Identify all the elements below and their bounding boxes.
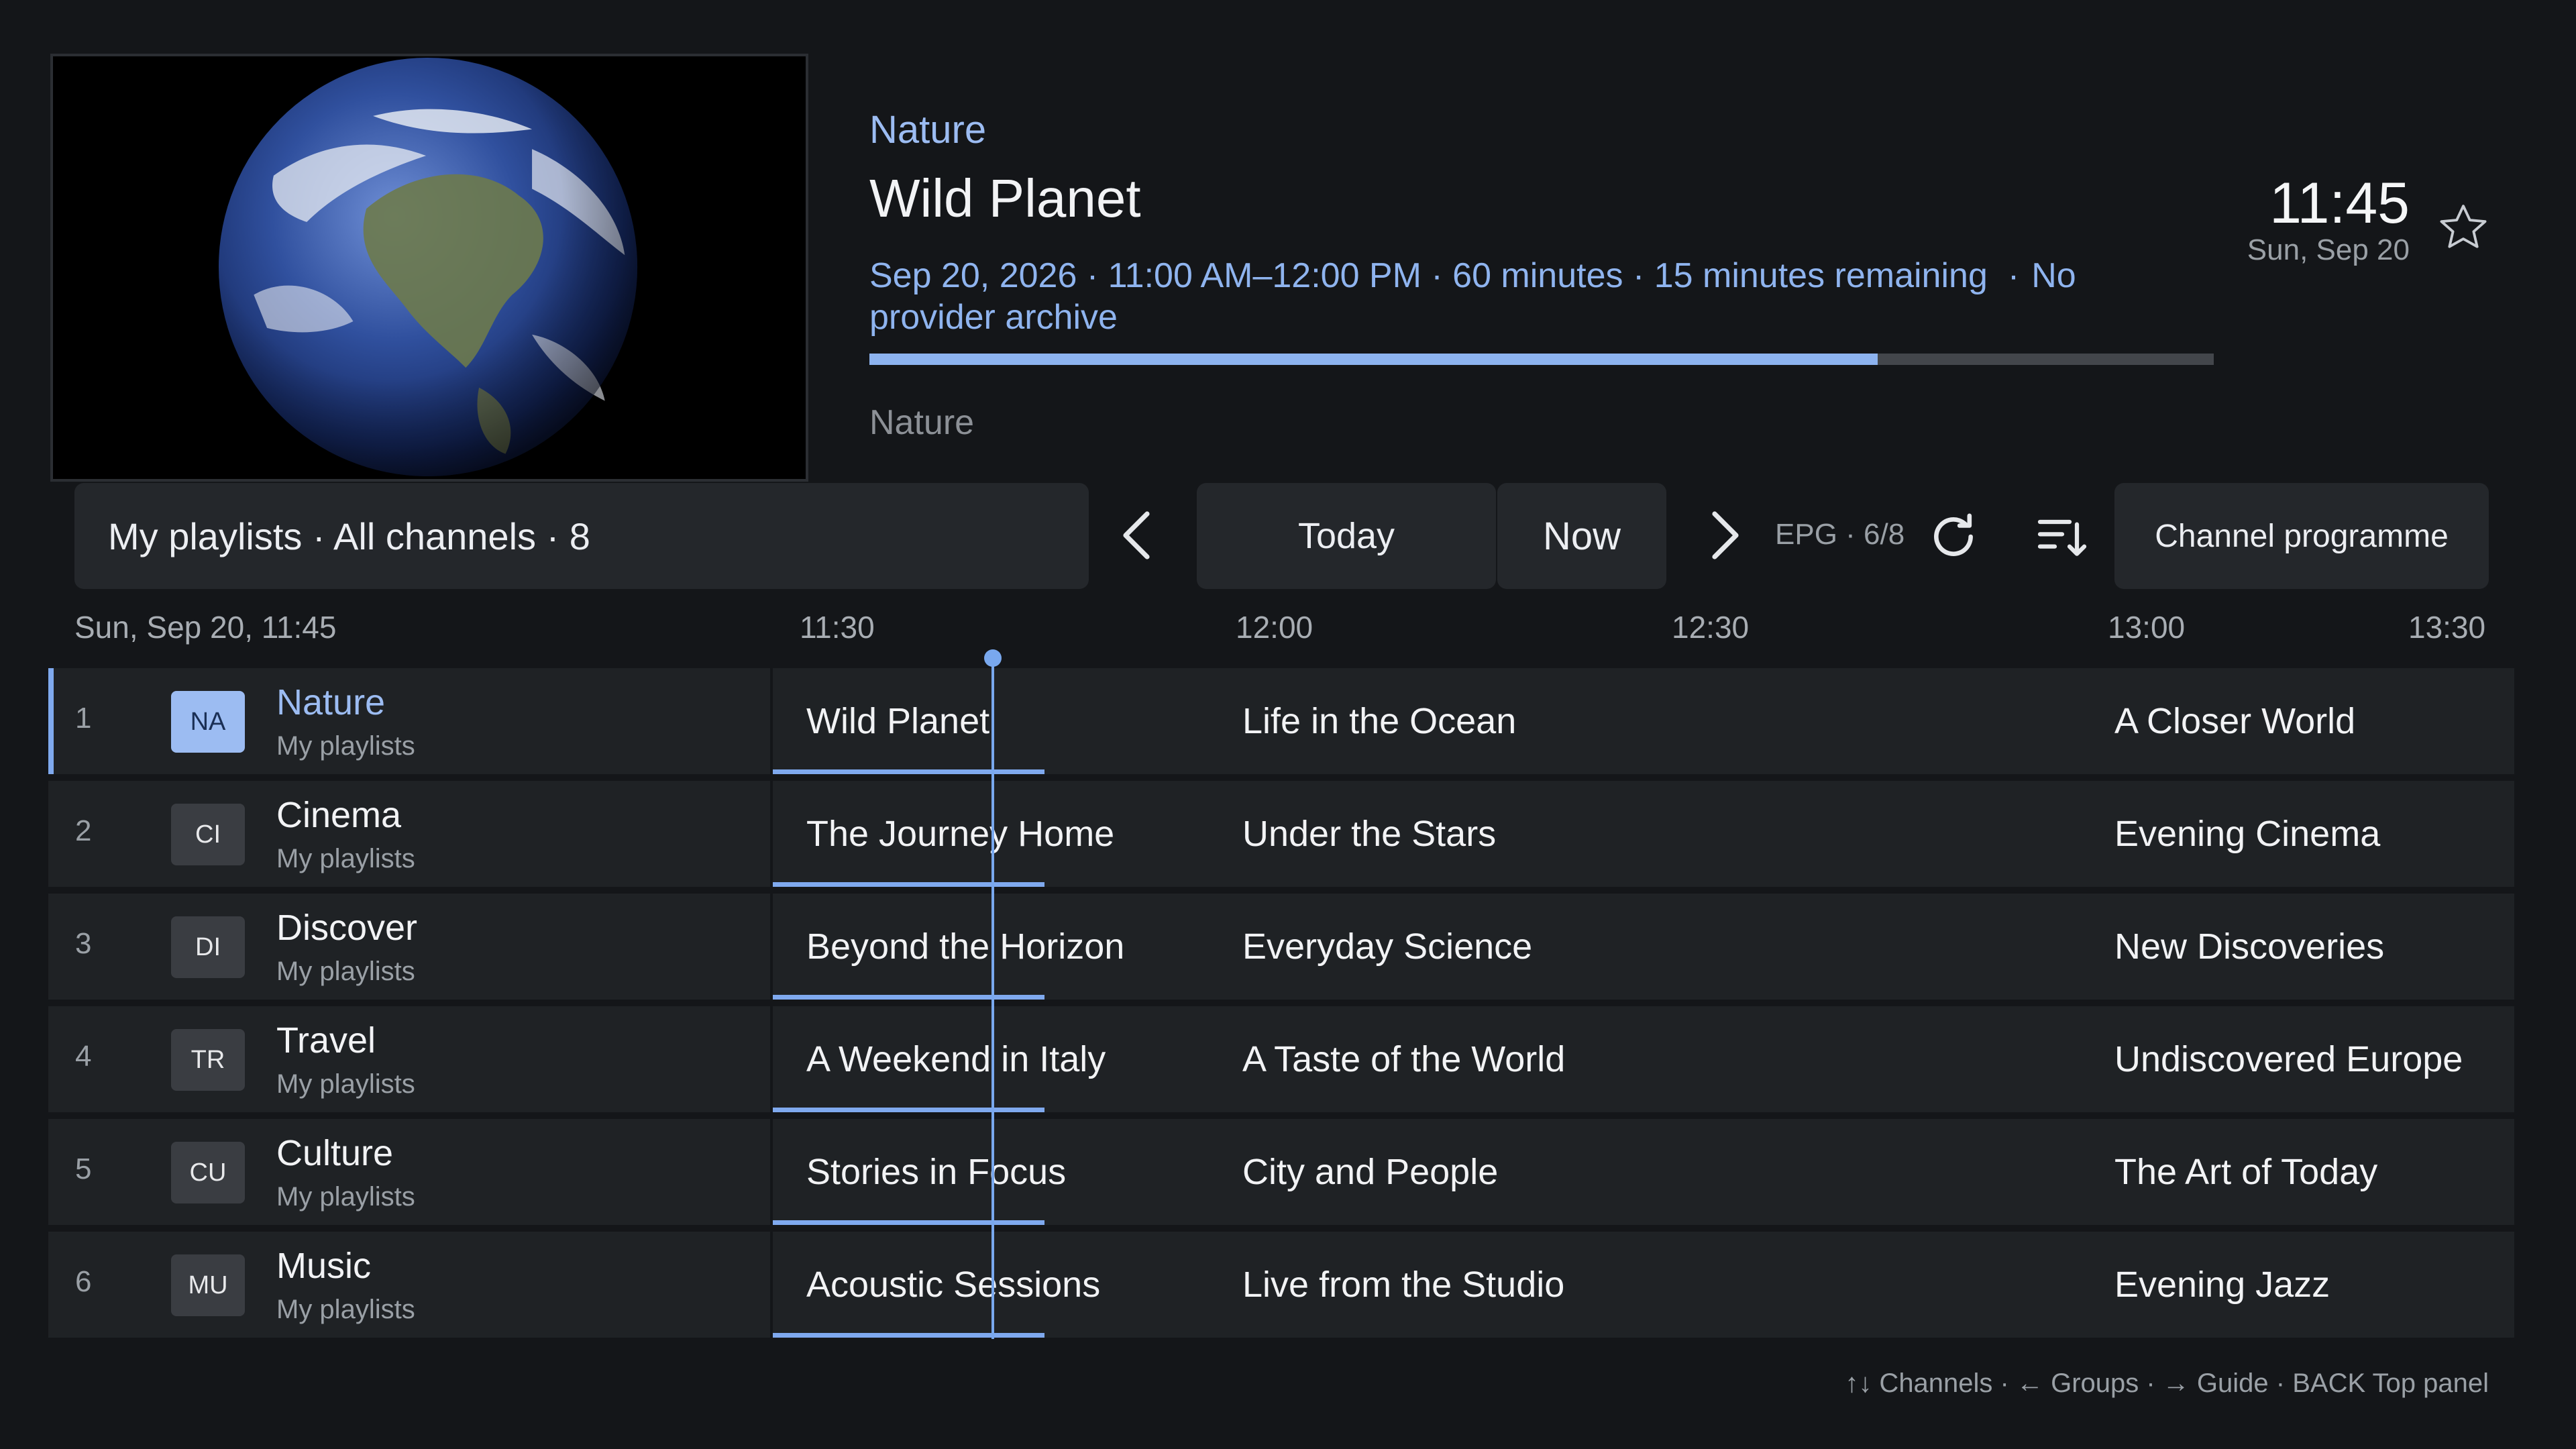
channel-name: Discover bbox=[276, 908, 418, 948]
program-title: Beyond the Horizon bbox=[806, 926, 1125, 967]
channel-group: My playlists bbox=[276, 957, 415, 986]
program-cell[interactable]: Live from the Studio bbox=[1209, 1232, 2081, 1338]
program-title: Evening Jazz bbox=[2114, 1265, 2330, 1305]
program-schedule: Sep 20, 2026 · 11:00 AM–12:00 PM · 60 mi… bbox=[869, 256, 1988, 295]
channel-name: Cinema bbox=[276, 795, 402, 835]
program-cell[interactable]: Evening Cinema bbox=[2081, 781, 2514, 887]
program-title: Undiscovered Europe bbox=[2114, 1039, 2463, 1079]
program-cell[interactable]: City and People bbox=[1209, 1119, 2081, 1225]
program-cell[interactable]: Acoustic Sessions bbox=[773, 1232, 1100, 1338]
program-title: Life in the Ocean bbox=[1242, 701, 1517, 741]
channel-name: Music bbox=[276, 1246, 372, 1286]
now-indicator-dot bbox=[984, 649, 1002, 667]
program-title: Wild Planet bbox=[806, 701, 990, 741]
channel-logo: DI bbox=[171, 916, 245, 978]
program-cell[interactable]: A Closer World bbox=[2081, 668, 2514, 774]
program-cell[interactable]: Stories in Focus bbox=[773, 1119, 1066, 1225]
chevron-left-icon[interactable] bbox=[1107, 503, 1171, 568]
channel-number: 6 bbox=[75, 1265, 92, 1298]
channel-preview bbox=[50, 54, 808, 482]
timeline-slot: 11:30 bbox=[800, 610, 875, 645]
program-cell[interactable]: Evening Jazz bbox=[2081, 1232, 2514, 1338]
refresh-icon[interactable] bbox=[1924, 507, 1983, 566]
channel-group: My playlists bbox=[276, 1182, 415, 1212]
program-cell[interactable]: A Weekend in Italy bbox=[773, 1006, 1106, 1112]
meta-separator: · bbox=[2007, 256, 2020, 295]
channel-logo: CU bbox=[171, 1142, 245, 1203]
selection-indicator bbox=[48, 668, 54, 774]
clock-date: Sun, Sep 20 bbox=[2247, 233, 2410, 266]
channel-row[interactable]: 5 CU Culture My playlists Stories in Foc… bbox=[48, 1119, 2514, 1225]
program-progress-bar bbox=[869, 354, 2214, 365]
program-progress-fill bbox=[869, 354, 1878, 365]
navigation-help: ↑↓ Channels · ← Groups · → Guide · BACK … bbox=[1845, 1368, 2489, 1398]
program-title: The Journey Home bbox=[806, 814, 1115, 854]
channel-number: 4 bbox=[75, 1040, 92, 1073]
program-title: Under the Stars bbox=[1242, 814, 1497, 854]
program-cell[interactable]: New Discoveries bbox=[2081, 894, 2514, 1000]
clock-time: 11:45 bbox=[2269, 171, 2410, 235]
program-cell[interactable]: The Art of Today bbox=[2081, 1119, 2514, 1225]
program-title: Live from the Studio bbox=[1242, 1265, 1565, 1305]
program-cell[interactable]: The Journey Home bbox=[773, 781, 1114, 887]
playlist-selector-label: My playlists · All channels · 8 bbox=[108, 515, 590, 557]
program-title: A Taste of the World bbox=[1242, 1039, 1566, 1079]
channel-group: My playlists bbox=[276, 844, 415, 873]
playlist-selector[interactable]: My playlists · All channels · 8 bbox=[74, 483, 1089, 589]
now-button[interactable]: Now bbox=[1497, 483, 1666, 589]
channel-row[interactable]: 4 TR Travel My playlists A Weekend in It… bbox=[48, 1006, 2514, 1112]
channel-group: My playlists bbox=[276, 1069, 415, 1099]
program-category: Nature bbox=[869, 108, 987, 152]
timeline-slot: 12:00 bbox=[1236, 610, 1313, 645]
program-title: Stories in Focus bbox=[806, 1152, 1067, 1192]
channel-programme-button[interactable]: Channel programme bbox=[2114, 483, 2489, 589]
program-cell[interactable]: Undiscovered Europe bbox=[2081, 1006, 2514, 1112]
channel-row[interactable]: 2 CI Cinema My playlists The Journey Hom… bbox=[48, 781, 2514, 887]
program-title: Acoustic Sessions bbox=[806, 1265, 1101, 1305]
channel-number: 2 bbox=[75, 814, 92, 847]
program-title: Wild Planet bbox=[869, 168, 1141, 228]
channel-logo: NA bbox=[171, 691, 245, 753]
channel-name: Travel bbox=[276, 1020, 376, 1061]
today-button[interactable]: Today bbox=[1197, 483, 1496, 589]
program-cell[interactable]: Beyond the Horizon bbox=[773, 894, 1124, 1000]
channel-row[interactable]: 1 NA Nature My playlists Wild Planet Lif… bbox=[48, 668, 2514, 774]
channel-logo: MU bbox=[171, 1254, 245, 1316]
channel-group: My playlists bbox=[276, 731, 415, 761]
now-indicator-line bbox=[991, 657, 994, 1339]
program-cell[interactable]: Life in the Ocean bbox=[1209, 668, 2081, 774]
sort-icon[interactable] bbox=[2033, 507, 2092, 566]
timeline-slot: 12:30 bbox=[1672, 610, 1750, 645]
program-title: The Art of Today bbox=[2114, 1152, 2378, 1192]
channel-number: 1 bbox=[75, 702, 92, 735]
program-title: A Weekend in Italy bbox=[806, 1039, 1106, 1079]
epg-status: EPG · 6/8 bbox=[1775, 518, 1905, 551]
program-title: A Closer World bbox=[2114, 701, 2356, 741]
star-outline-icon[interactable] bbox=[2435, 200, 2491, 256]
program-cell[interactable]: Everyday Science bbox=[1209, 894, 2081, 1000]
chevron-right-icon[interactable] bbox=[1690, 503, 1755, 568]
program-cell[interactable]: Under the Stars bbox=[1209, 781, 2081, 887]
program-title: Everyday Science bbox=[1242, 926, 1533, 967]
program-meta: Sep 20, 2026 · 11:00 AM–12:00 PM · 60 mi… bbox=[869, 255, 2131, 338]
program-cell[interactable]: A Taste of the World bbox=[1209, 1006, 2081, 1112]
timeline-slot: 13:00 bbox=[2108, 610, 2186, 645]
program-genre: Nature bbox=[869, 403, 975, 442]
program-title: Evening Cinema bbox=[2114, 814, 2381, 854]
channel-row[interactable]: 6 MU Music My playlists Acoustic Session… bbox=[48, 1232, 2514, 1338]
channel-number: 3 bbox=[75, 927, 92, 960]
timeline-slot: 13:30 bbox=[2408, 610, 2486, 645]
channel-name: Culture bbox=[276, 1133, 394, 1173]
channel-logo: CI bbox=[171, 804, 245, 865]
program-title: New Discoveries bbox=[2114, 926, 2385, 967]
channel-group: My playlists bbox=[276, 1295, 415, 1324]
timeline-date: Sun, Sep 20, 11:45 bbox=[74, 610, 337, 645]
program-title: City and People bbox=[1242, 1152, 1499, 1192]
program-cell[interactable]: Wild Planet bbox=[773, 668, 1044, 774]
channel-row[interactable]: 3 DI Discover My playlists Beyond the Ho… bbox=[48, 894, 2514, 1000]
channel-logo: TR bbox=[171, 1029, 245, 1091]
channel-number: 5 bbox=[75, 1152, 92, 1185]
channel-name: Nature bbox=[276, 682, 386, 722]
earth-image bbox=[55, 56, 804, 479]
